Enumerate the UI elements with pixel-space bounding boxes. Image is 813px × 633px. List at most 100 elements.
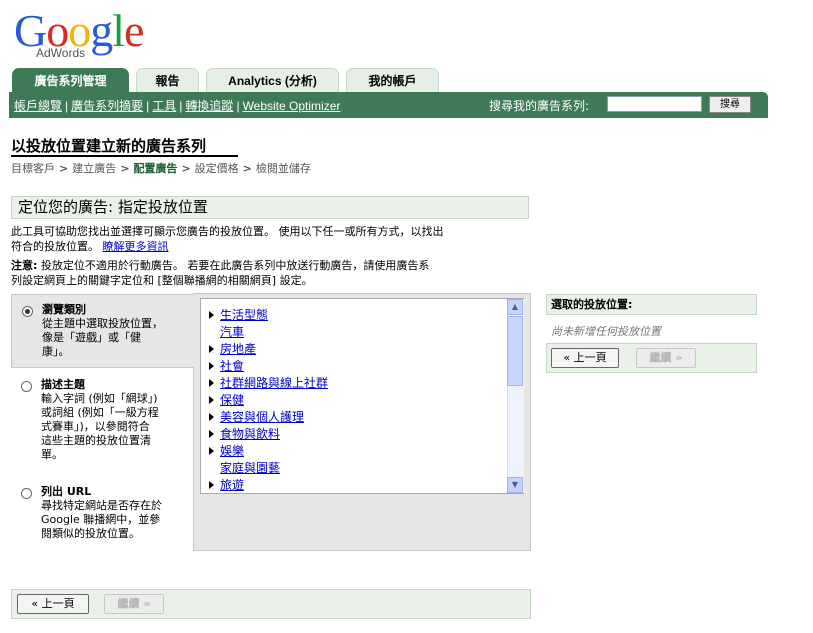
scrollbar-thumb[interactable] xyxy=(507,316,523,386)
option-desc-line: 單。 xyxy=(41,448,63,461)
separator: | xyxy=(179,99,183,113)
link-account-overview[interactable]: 帳戶總覽 xyxy=(14,99,62,113)
previous-button[interactable]: « 上一頁 xyxy=(17,594,89,614)
category-item[interactable]: 旅遊 xyxy=(209,476,244,493)
option-desc-line: 尋找特定網站是否存在於 xyxy=(41,499,162,512)
tab-my-account[interactable]: 我的帳戶 xyxy=(346,68,439,92)
breadcrumb-arrow: > xyxy=(59,162,69,175)
expand-triangle-icon[interactable] xyxy=(209,447,214,455)
link-campaign-summary[interactable]: 廣告系列摘要 xyxy=(71,99,143,113)
link-website-optimizer[interactable]: Website Optimizer xyxy=(243,99,341,113)
category-item[interactable]: 房地產 xyxy=(209,340,256,357)
search-campaigns-input[interactable] xyxy=(607,96,702,112)
link-conversion-tracking[interactable]: 轉換追蹤 xyxy=(185,99,233,113)
google-adwords-logo[interactable]: Google AdWords xyxy=(14,8,164,68)
category-link[interactable]: 食物與飲料 xyxy=(220,427,280,441)
category-item[interactable]: 汽車 xyxy=(209,323,244,340)
previous-button[interactable]: « 上一頁 xyxy=(551,348,619,368)
category-item[interactable]: 社群網路與線上社群 xyxy=(209,374,328,391)
option-desc-line: 從主題中選取投放位置， xyxy=(42,317,163,330)
breadcrumb-arrow: > xyxy=(181,162,191,175)
separator: | xyxy=(65,99,69,113)
category-item[interactable]: 保健 xyxy=(209,391,244,408)
category-item[interactable]: 食物與飲料 xyxy=(209,425,280,442)
category-list[interactable]: 生活型態 汽車 房地產 社會 社群網路與線上社群 保健 美容與個人護理 食物與飲… xyxy=(200,298,524,494)
intro-text: 此工具可協助您找出並選擇可顯示您廣告的投放位置。 使用以下任一或所有方式，以找出… xyxy=(11,224,531,254)
category-item[interactable]: 社會 xyxy=(209,357,244,374)
page-title: 以投放位置建立新的廣告系列 xyxy=(11,137,207,155)
intro-line: 此工具可協助您找出並選擇可顯示您廣告的投放位置。 使用以下任一或所有方式，以找出 xyxy=(11,225,444,238)
mobile-note: 注意: 投放定位不適用於行動廣告。 若要在此廣告系列中放送行動廣告，請使用廣告系… xyxy=(11,258,531,288)
intro-line: 符合的投放位置。 xyxy=(11,240,99,253)
category-link[interactable]: 娛樂 xyxy=(220,444,244,458)
note-label: 注意: xyxy=(11,259,38,272)
option-desc-line: Google 聯播網中，並參 xyxy=(41,513,161,526)
continue-button[interactable]: 繼續 » xyxy=(636,348,696,368)
option-title: 瀏覽類別 xyxy=(42,303,86,316)
breadcrumb-step: 設定價格 xyxy=(194,162,239,175)
option-describe-topics[interactable]: 描述主題 輸入字詞 (例如「網球」) 或詞組 (例如「一級方程 式賽車」)，以參… xyxy=(11,378,194,478)
breadcrumb: 目標客戶 > 建立廣告 > 配置廣告 > 設定價格 > 檢閱並儲存 xyxy=(11,160,311,176)
learn-more-link[interactable]: 瞭解更多資訊 xyxy=(103,240,169,253)
search-campaigns-label: 搜尋我的廣告系列: xyxy=(489,99,590,113)
expand-triangle-icon[interactable] xyxy=(209,430,214,438)
category-link[interactable]: 房地產 xyxy=(220,342,256,356)
note-line: 投放定位不適用於行動廣告。 若要在此廣告系列中放送行動廣告，請使用廣告系 xyxy=(40,259,430,272)
breadcrumb-arrow: > xyxy=(120,162,130,175)
option-browse-categories[interactable]: 瀏覽類別 從主題中選取投放位置， 像是「遊戲」或「健 康」。 xyxy=(11,294,194,368)
title-underline xyxy=(11,155,238,157)
category-link[interactable]: 保健 xyxy=(220,393,244,407)
expand-triangle-icon[interactable] xyxy=(209,362,214,370)
expand-triangle-icon[interactable] xyxy=(209,396,214,404)
tab-analytics[interactable]: Analytics (分析) xyxy=(206,68,339,92)
category-link[interactable]: 生活型態 xyxy=(220,308,268,322)
expand-triangle-icon[interactable] xyxy=(209,481,214,489)
category-link[interactable]: 美容與個人護理 xyxy=(220,410,304,424)
note-line: 列設定網頁上的關鍵字定位和 [整個聯播網的相關網頁] 設定。 xyxy=(11,274,313,287)
expand-triangle-icon[interactable] xyxy=(209,413,214,421)
selected-placements-empty-text: 尚未新增任何投放位置 xyxy=(551,325,661,338)
option-title: 列出 URL xyxy=(41,485,92,498)
tab-reports[interactable]: 報告 xyxy=(136,68,199,92)
option-desc-line: 康」。 xyxy=(42,345,70,358)
option-desc-line: 輸入字詞 (例如「網球」) xyxy=(41,392,158,405)
tab-campaign-management[interactable]: 廣告系列管理 xyxy=(12,68,129,92)
category-item[interactable]: 美容與個人護理 xyxy=(209,408,304,425)
option-desc-line: 這些主題的投放位置清 xyxy=(41,434,151,447)
radio-describe-topics[interactable] xyxy=(21,381,32,392)
category-item[interactable]: 生活型態 xyxy=(209,306,268,323)
separator: | xyxy=(146,99,150,113)
link-tools[interactable]: 工具 xyxy=(152,99,176,113)
category-link[interactable]: 旅遊 xyxy=(220,478,244,492)
option-title: 描述主題 xyxy=(41,378,85,391)
radio-browse-categories[interactable] xyxy=(22,306,33,317)
expand-triangle-icon[interactable] xyxy=(209,379,214,387)
breadcrumb-step: 建立廣告 xyxy=(72,162,117,175)
option-desc-line: 閱類似的投放位置。 xyxy=(41,527,140,540)
option-desc-line: 或詞組 (例如「一級方程 xyxy=(41,406,159,419)
category-link[interactable]: 社會 xyxy=(220,359,244,373)
scroll-up-arrow-icon[interactable]: ▲ xyxy=(507,299,523,315)
separator: | xyxy=(236,99,240,113)
breadcrumb-step: 檢閱並儲存 xyxy=(255,162,311,175)
search-button[interactable]: 搜尋 xyxy=(709,96,751,113)
option-desc-line: 式賽車」)，以參閱符合 xyxy=(41,420,150,433)
radio-list-urls[interactable] xyxy=(21,488,32,499)
breadcrumb-arrow: > xyxy=(242,162,252,175)
selected-placements-header: 選取的投放位置: xyxy=(546,294,757,315)
option-desc-line: 像是「遊戲」或「健 xyxy=(42,331,141,344)
expand-triangle-icon[interactable] xyxy=(209,311,214,319)
category-item[interactable]: 家庭與園藝 xyxy=(209,459,280,476)
sub-navigation-links: 帳戶總覽 | 廣告系列摘要 | 工具 | 轉換追蹤 | Website Optimizer xyxy=(14,97,340,114)
option-list-urls[interactable]: 列出 URL 尋找特定網站是否存在於 Google 聯播網中，並參 閱類似的投放… xyxy=(11,485,194,555)
category-link[interactable]: 社群網路與線上社群 xyxy=(220,376,328,390)
continue-button[interactable]: 繼續 » xyxy=(104,594,164,614)
category-link[interactable]: 家庭與園藝 xyxy=(220,461,280,475)
expand-triangle-icon[interactable] xyxy=(209,345,214,353)
scroll-down-arrow-icon[interactable]: ▼ xyxy=(507,477,523,493)
category-link[interactable]: 汽車 xyxy=(220,325,244,339)
bottom-button-bar xyxy=(11,589,531,619)
category-item[interactable]: 娛樂 xyxy=(209,442,244,459)
breadcrumb-step: 目標客戶 xyxy=(11,162,55,175)
section-header: 定位您的廣告: 指定投放位置 xyxy=(11,196,529,219)
